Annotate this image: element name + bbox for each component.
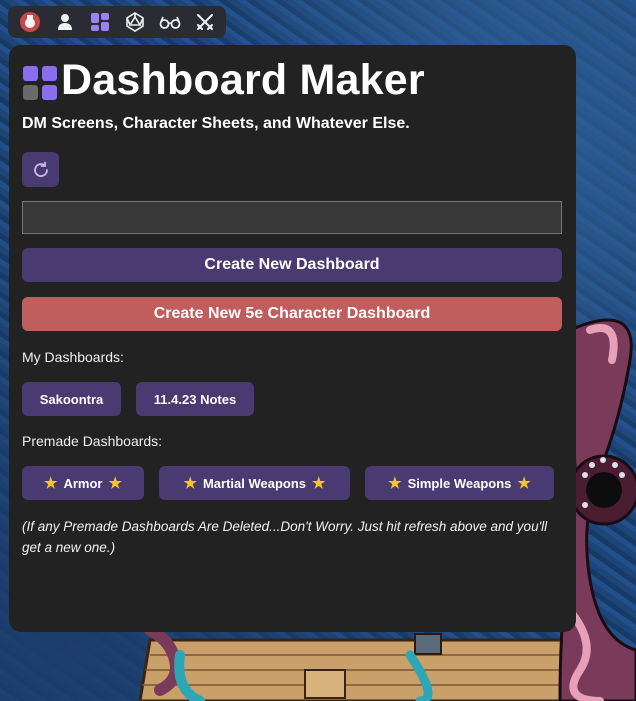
page-title: Dashboard Maker bbox=[61, 56, 425, 104]
create-new-dashboard-button[interactable]: Create New Dashboard bbox=[22, 248, 562, 282]
premade-item-label: Armor bbox=[63, 475, 103, 491]
create-5e-character-dashboard-button[interactable]: Create New 5e Character Dashboard bbox=[22, 297, 562, 331]
dashboard-item-notes[interactable]: 11.4.23 Notes bbox=[136, 382, 254, 416]
dashboard-maker-panel: Dashboard Maker DM Screens, Character Sh… bbox=[9, 45, 576, 632]
page-subtitle: DM Screens, Character Sheets, and Whatev… bbox=[22, 115, 410, 132]
premade-refresh-note: (If any Premade Dashboards Are Deleted..… bbox=[22, 519, 548, 555]
star-icon: ★ bbox=[312, 475, 326, 492]
refresh-icon bbox=[33, 161, 48, 177]
crossed-swords-icon[interactable] bbox=[192, 9, 218, 35]
premade-item-martial-weapons[interactable]: ★ Martial Weapons ★ bbox=[159, 466, 350, 500]
title-row: Dashboard Maker bbox=[23, 57, 425, 103]
dashboard-logo-icon bbox=[23, 66, 57, 100]
premade-dashboards-label: Premade Dashboards: bbox=[22, 433, 163, 449]
glasses-icon[interactable] bbox=[157, 9, 183, 35]
refresh-button[interactable] bbox=[22, 152, 59, 187]
star-icon: ★ bbox=[517, 475, 531, 492]
dashboard-grid-icon[interactable] bbox=[87, 9, 113, 35]
star-icon: ★ bbox=[108, 475, 122, 492]
my-dashboards-label: My Dashboards: bbox=[22, 349, 124, 365]
premade-item-simple-weapons[interactable]: ★ Simple Weapons ★ bbox=[365, 466, 554, 500]
d20-dice-icon[interactable] bbox=[122, 9, 148, 35]
premade-item-label: Simple Weapons bbox=[407, 475, 512, 491]
dungeon-master-icon[interactable] bbox=[17, 9, 43, 35]
star-icon: ★ bbox=[183, 475, 197, 492]
star-icon: ★ bbox=[388, 475, 402, 492]
top-icon-toolbar bbox=[8, 6, 226, 38]
dashboard-name-input[interactable] bbox=[22, 201, 562, 234]
user-icon[interactable] bbox=[52, 9, 78, 35]
dashboard-item-sakoontra[interactable]: Sakoontra bbox=[22, 382, 121, 416]
star-icon: ★ bbox=[44, 475, 58, 492]
premade-item-label: Martial Weapons bbox=[202, 475, 307, 491]
premade-item-armor[interactable]: ★ Armor ★ bbox=[22, 466, 144, 500]
